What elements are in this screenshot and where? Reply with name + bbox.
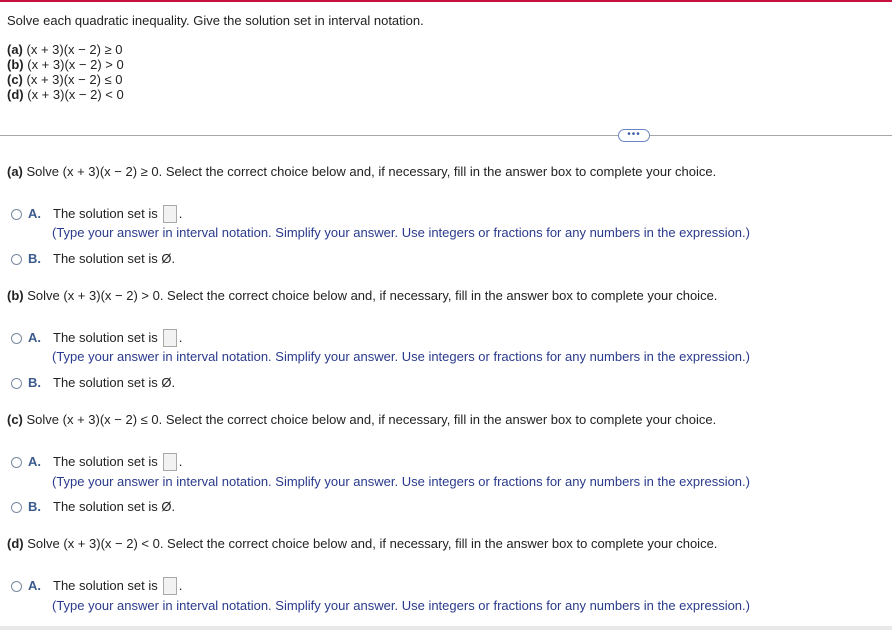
choice-text: The solution set is [53, 578, 158, 593]
choice-letter: A. [28, 330, 41, 345]
part-prompt-text: Solve (x + 3)(x − 2) ≥ 0. Select the cor… [26, 164, 717, 179]
part-c-prompt: (c) Solve (x + 3)(x − 2) ≤ 0. Select the… [7, 412, 716, 428]
part-label: (d) [7, 536, 24, 551]
part-prompt-text: Solve (x + 3)(x − 2) > 0. Select the cor… [27, 288, 718, 303]
choice-text: The solution set is [53, 206, 158, 221]
problem-a: (a) (x + 3)(x − 2) ≥ 0 [7, 42, 124, 57]
problem-label: (a) [7, 42, 23, 57]
answer-hint: (Type your answer in interval notation. … [52, 225, 750, 240]
bottom-scroll-edge [0, 626, 892, 630]
choice-text: The solution set is Ø. [53, 251, 176, 266]
answer-input-box[interactable] [162, 205, 177, 223]
radio-button[interactable] [11, 377, 22, 389]
part-b-choice-b[interactable]: B. The solution set is Ø. [11, 375, 175, 391]
problem-label: (c) [7, 72, 23, 87]
part-a-choice-b[interactable]: B. The solution set is Ø. [11, 251, 175, 267]
part-label: (b) [7, 288, 24, 303]
radio-button[interactable] [11, 208, 22, 220]
part-prompt-text: Solve (x + 3)(x − 2) ≤ 0. Select the cor… [26, 412, 717, 427]
choice-letter: A. [28, 206, 41, 221]
problem-expression: (x + 3)(x − 2) < 0 [27, 87, 124, 102]
radio-button[interactable] [11, 580, 22, 592]
answer-input-box[interactable] [162, 577, 177, 595]
part-label: (a) [7, 164, 23, 179]
part-b-choice-a[interactable]: A. The solution set is . [11, 329, 182, 347]
problem-expression: (x + 3)(x − 2) ≥ 0 [26, 42, 123, 57]
choice-letter: B. [28, 251, 41, 266]
problem-b: (b) (x + 3)(x − 2) > 0 [7, 57, 124, 72]
homework-page: Solve each quadratic inequality. Give th… [0, 0, 892, 630]
top-accent-bar [0, 0, 892, 2]
radio-button[interactable] [11, 501, 22, 513]
problem-d: (d) (x + 3)(x − 2) < 0 [7, 87, 124, 102]
problem-expression: (x + 3)(x − 2) ≤ 0 [26, 72, 123, 87]
choice-end: . [178, 454, 183, 469]
problem-label: (b) [7, 57, 24, 72]
part-a-choice-a[interactable]: A. The solution set is . [11, 205, 182, 223]
part-label: (c) [7, 412, 23, 427]
instructions-text: Solve each quadratic inequality. Give th… [7, 13, 424, 28]
answer-input-box[interactable] [162, 329, 177, 347]
problem-expression: (x + 3)(x − 2) > 0 [27, 57, 124, 72]
part-d-prompt: (d) Solve (x + 3)(x − 2) < 0. Select the… [7, 536, 717, 552]
part-c-choice-a[interactable]: A. The solution set is . [11, 453, 182, 471]
problem-label: (d) [7, 87, 24, 102]
answer-hint: (Type your answer in interval notation. … [52, 349, 750, 364]
answer-input-box[interactable] [162, 453, 177, 471]
part-c-choice-b[interactable]: B. The solution set is Ø. [11, 499, 175, 515]
choice-end: . [178, 330, 183, 345]
part-a-prompt: (a) Solve (x + 3)(x − 2) ≥ 0. Select the… [7, 164, 716, 180]
choice-letter: B. [28, 499, 41, 514]
choice-end: . [178, 206, 183, 221]
choice-end: . [178, 578, 183, 593]
choice-letter: A. [28, 454, 41, 469]
problem-list: (a) (x + 3)(x − 2) ≥ 0 (b) (x + 3)(x − 2… [7, 42, 124, 102]
radio-button[interactable] [11, 332, 22, 344]
expand-more-button[interactable]: ••• [618, 129, 650, 142]
radio-button[interactable] [11, 456, 22, 468]
choice-text: The solution set is [53, 330, 158, 345]
radio-button[interactable] [11, 253, 22, 265]
problem-c: (c) (x + 3)(x − 2) ≤ 0 [7, 72, 124, 87]
part-b-prompt: (b) Solve (x + 3)(x − 2) > 0. Select the… [7, 288, 717, 304]
choice-letter: A. [28, 578, 41, 593]
answer-hint: (Type your answer in interval notation. … [52, 598, 750, 613]
section-divider [0, 135, 892, 136]
choice-text: The solution set is Ø. [53, 499, 176, 514]
part-d-choice-a[interactable]: A. The solution set is . [11, 577, 182, 595]
choice-text: The solution set is Ø. [53, 375, 176, 390]
choice-letter: B. [28, 375, 41, 390]
part-prompt-text: Solve (x + 3)(x − 2) < 0. Select the cor… [27, 536, 718, 551]
answer-hint: (Type your answer in interval notation. … [52, 474, 750, 489]
choice-text: The solution set is [53, 454, 158, 469]
